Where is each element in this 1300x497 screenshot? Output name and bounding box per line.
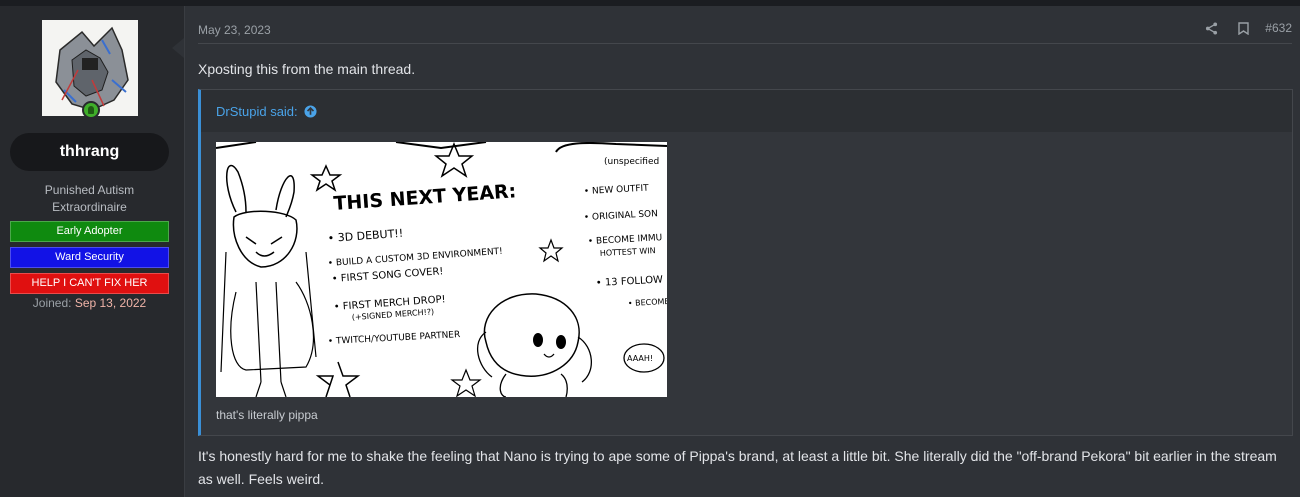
quote-image-drawing: THIS NEXT YEAR: • 3D DEBUT!! • BUILD A C…: [216, 142, 667, 397]
quote-caption: that's literally pippa: [216, 408, 318, 422]
username[interactable]: thhrang: [10, 133, 169, 171]
joined-info: Joined: Sep 13, 2022: [10, 296, 169, 310]
online-status-icon: [82, 101, 100, 119]
user-title-line-1: Punished Autism: [44, 183, 135, 197]
user-title-line-2: Extraordinaire: [52, 200, 127, 214]
banner-early-adopter: Early Adopter: [10, 221, 169, 242]
quote-header: DrStupid said:: [201, 90, 1292, 132]
post-header-actions: #632: [1205, 21, 1292, 35]
share-icon[interactable]: [1205, 21, 1218, 35]
quote-author[interactable]: DrStupid said:: [216, 104, 298, 119]
image-corner-text: (unspecified: [604, 157, 659, 167]
user-sidebar: thhrang Punished Autism Extraordinaire E…: [0, 6, 185, 497]
post-header: May 23, 2023 #632: [198, 6, 1292, 44]
banner-ward-security: Ward Security: [10, 247, 169, 268]
post-arrow: [172, 38, 184, 58]
quote-image[interactable]: THIS NEXT YEAR: • 3D DEBUT!! • BUILD A C…: [216, 142, 667, 397]
post-intro: Xposting this from the main thread.: [198, 61, 416, 77]
image-right-6: BECOME: [635, 297, 667, 308]
banner-help: HELP I CAN'T FIX HER: [10, 273, 169, 294]
user-title: Punished Autism Extraordinaire: [10, 182, 169, 216]
post-date[interactable]: May 23, 2023: [198, 23, 271, 37]
image-speech: AAAH!: [627, 354, 653, 363]
bookmark-icon[interactable]: [1238, 21, 1249, 35]
post-number[interactable]: #632: [1265, 21, 1292, 35]
quote-block: DrStupid said: THIS NEXT YEAR: • 3D DEBU…: [198, 89, 1293, 436]
joined-date: Sep 13, 2022: [74, 296, 147, 310]
post-body: It's honestly hard for me to shake the f…: [198, 448, 1277, 487]
arrow-up-circle-icon[interactable]: [304, 105, 317, 118]
joined-label: Joined:: [32, 296, 72, 310]
quote-author-link[interactable]: DrStupid said:: [216, 104, 317, 119]
